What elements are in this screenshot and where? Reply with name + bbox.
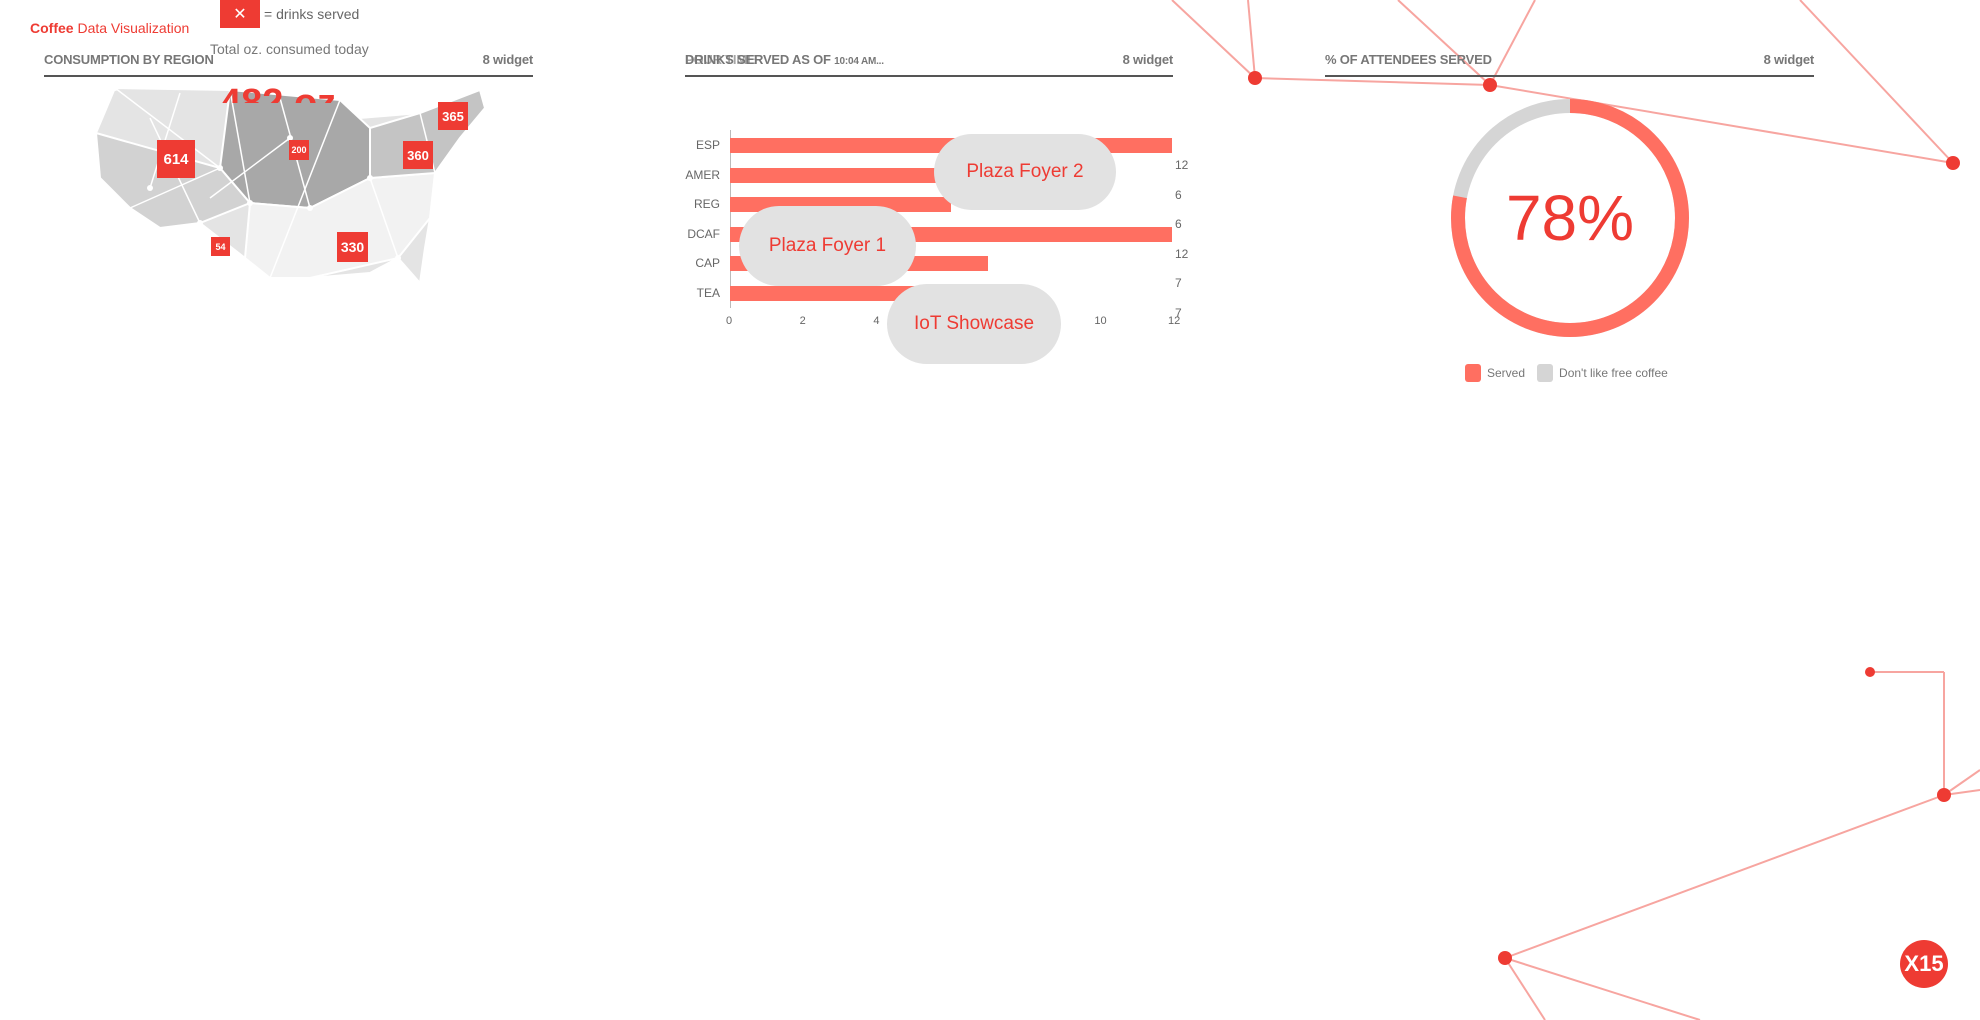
bar-label-esp: ESP [695,138,720,152]
bar-reg [730,197,951,212]
widget-label-drinks: 8 widget [1122,52,1174,67]
x-tick-2: 2 [799,315,806,327]
attendees-donut: 78% [1447,95,1693,341]
donut-legend: Served Don't like free coffee [1465,364,1668,382]
legend-key-text: = drinks served [264,6,360,22]
legend-label-served: Served [1487,366,1526,380]
bar-label-tea: TEA [696,285,720,300]
legend-swatch-other [1537,364,1554,382]
bar-value-amer: 6 [1175,187,1182,202]
panel-title-region: CONSUMPTION BY REGION [44,52,214,67]
panel-title-ghost: POUR TIME [685,52,756,67]
panel-header-region: CONSUMPTION BY REGION 8 widget [44,47,533,77]
panel-title-drinks: POUR TIME DRINKS SERVED AS OF 10:04 AM..… [685,52,884,75]
location-iot-showcase: IoT Showcase [893,290,1055,358]
bar-label-amer: AMER [685,167,720,182]
x15-logo: X15 [1900,940,1948,988]
panel-header-drinks: POUR TIME DRINKS SERVED AS OF 10:04 AM..… [685,47,1173,77]
app-brand: Coffee Data Visualization [30,20,189,36]
legend-label-other: Don't like free coffee [1559,366,1668,380]
donut-percent: 78% [1505,182,1635,254]
bar-label-reg: REG [693,197,720,211]
cup-icon: ✕ [220,0,260,28]
total-value: 482 oz. [220,82,347,103]
bar-label-cap: CAP [695,256,720,270]
map-badge-northeast: 365 [438,102,468,130]
bar-value-cap: 7 [1175,276,1182,290]
widget-label-attendees: 8 widget [1763,52,1815,67]
legend-swatch-served [1465,364,1481,382]
location-plaza-foyer-2: Plaza Foyer 2 [940,140,1110,204]
brand-rest: Data Visualization [73,20,190,36]
map-badge-southwest: 54 [211,237,230,256]
panel-header-attendees: % OF ATTENDEES SERVED 8 widget [1325,47,1814,77]
location-plaza-foyer-1: Plaza Foyer 1 [745,212,910,280]
bar-value-esp: 12 [1175,158,1189,172]
chart-axis-line [730,130,731,308]
us-map [94,85,487,286]
brand-bold: Coffee [30,20,74,36]
x-tick-10: 10 [1094,315,1107,327]
bar-label-dcaf: DCAF [687,226,720,241]
x-tick-4: 4 [873,315,880,327]
widget-label-region: 8 widget [482,52,534,67]
legend-key: ✕ = drinks served [220,0,359,28]
panel-title-attendees: % OF ATTENDEES SERVED [1325,52,1492,67]
panel-title-drinks-time: 10:04 AM... [834,56,884,67]
map-badge-east: 360 [403,141,433,169]
map-badge-west: 614 [157,140,195,178]
x-tick-0: 0 [726,315,733,327]
map-badge-southeast: 330 [337,232,368,262]
map-badge-mountain: 200 [289,140,309,160]
bar-amer [730,167,951,183]
bar-value-reg: 6 [1175,217,1182,231]
x-tick-12: 12 [1168,315,1181,327]
bar-value-dcaf: 12 [1175,246,1189,261]
